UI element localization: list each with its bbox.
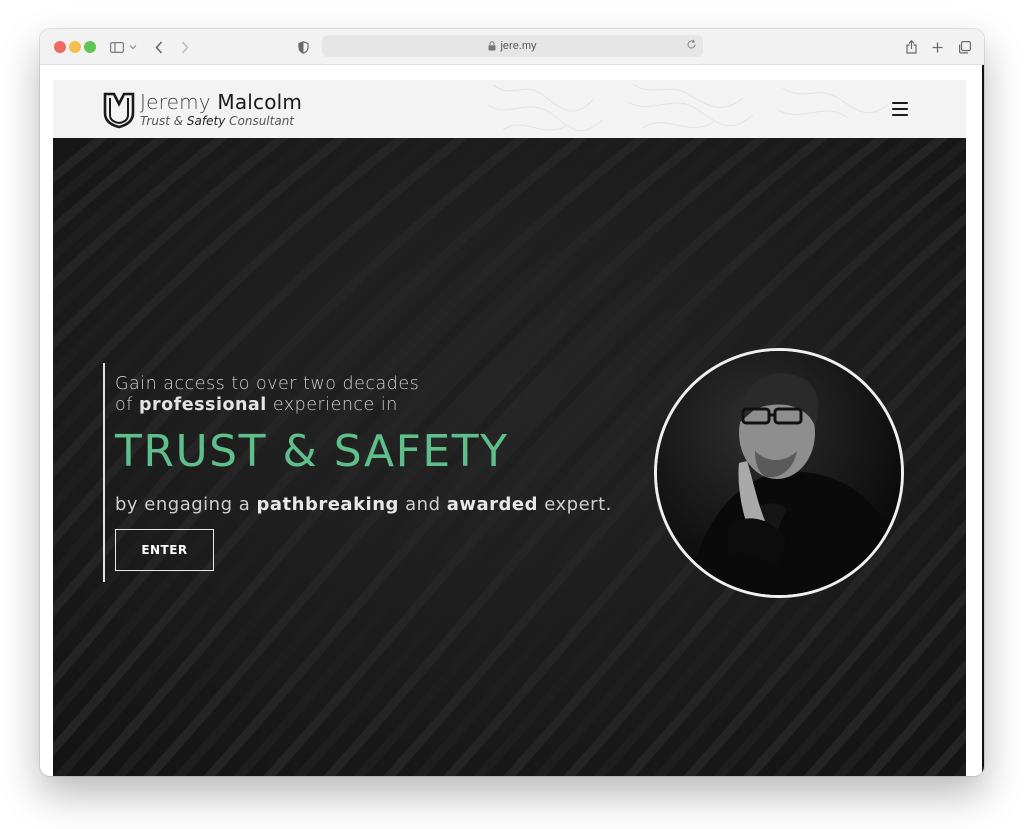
zoom-window-button[interactable] bbox=[84, 41, 96, 53]
outro-emphasis: awarded bbox=[446, 494, 539, 515]
intro-text: of bbox=[115, 395, 133, 415]
portrait-avatar bbox=[654, 348, 904, 598]
address-bar[interactable]: jere.my bbox=[322, 35, 703, 57]
shield-icon[interactable] bbox=[296, 37, 310, 57]
tagline-part: Consultant bbox=[229, 114, 295, 128]
outro-text: by engaging a bbox=[115, 494, 251, 515]
outro-emphasis: pathbreaking bbox=[256, 494, 399, 515]
outro-text: and bbox=[405, 494, 441, 515]
chevron-down-icon[interactable] bbox=[128, 37, 138, 57]
site-last-name: Malcolm bbox=[217, 90, 303, 114]
header-pattern bbox=[487, 83, 889, 132]
minimize-window-button[interactable] bbox=[69, 41, 81, 53]
intro-text: experience in bbox=[272, 395, 398, 415]
tabs-icon[interactable] bbox=[956, 37, 972, 57]
plus-icon[interactable] bbox=[930, 37, 944, 57]
share-icon[interactable] bbox=[904, 37, 918, 57]
lock-icon bbox=[488, 41, 496, 51]
hero-intro: Gain access to over two decades of profe… bbox=[115, 374, 419, 416]
browser-toolbar: jere.my bbox=[40, 29, 984, 65]
hero-intro-line1: Gain access to over two decades bbox=[115, 374, 420, 394]
web-page: Jeremy Malcolm Trust & Safety Consultant bbox=[53, 80, 966, 776]
enter-button[interactable]: ENTER bbox=[115, 529, 214, 571]
hero-section: Gain access to over two decades of profe… bbox=[53, 138, 966, 776]
sidebar-icon[interactable] bbox=[109, 37, 125, 57]
close-window-button[interactable] bbox=[54, 41, 66, 53]
back-icon[interactable] bbox=[152, 37, 166, 57]
site-header: Jeremy Malcolm Trust & Safety Consultant bbox=[53, 80, 966, 138]
url-text: jere.my bbox=[500, 40, 537, 52]
window-edge bbox=[982, 65, 984, 776]
tagline-part: Trust & bbox=[140, 114, 184, 128]
outro-text: expert. bbox=[544, 494, 612, 515]
logo-mark-icon bbox=[103, 92, 135, 129]
site-first-name: Jeremy bbox=[140, 90, 211, 114]
hero-headline: TRUST & SAFETY bbox=[115, 426, 509, 477]
reload-icon[interactable] bbox=[686, 39, 697, 53]
hero-intro-line2: of professional experience in bbox=[115, 395, 419, 416]
hero-divider bbox=[103, 363, 105, 582]
site-tagline: Trust & Safety Consultant bbox=[140, 114, 294, 128]
forward-icon[interactable] bbox=[178, 37, 192, 57]
tagline-emphasis: Safety bbox=[186, 114, 226, 128]
site-name[interactable]: Jeremy Malcolm bbox=[140, 90, 302, 114]
browser-window: jere.my Jeremy Malcolm Trust & Safety Co… bbox=[40, 29, 984, 776]
hamburger-icon[interactable] bbox=[892, 102, 908, 116]
hero-outro: by engaging a pathbreaking and awarded e… bbox=[115, 494, 612, 515]
portrait-image bbox=[657, 351, 901, 595]
intro-emphasis: professional bbox=[138, 395, 267, 415]
